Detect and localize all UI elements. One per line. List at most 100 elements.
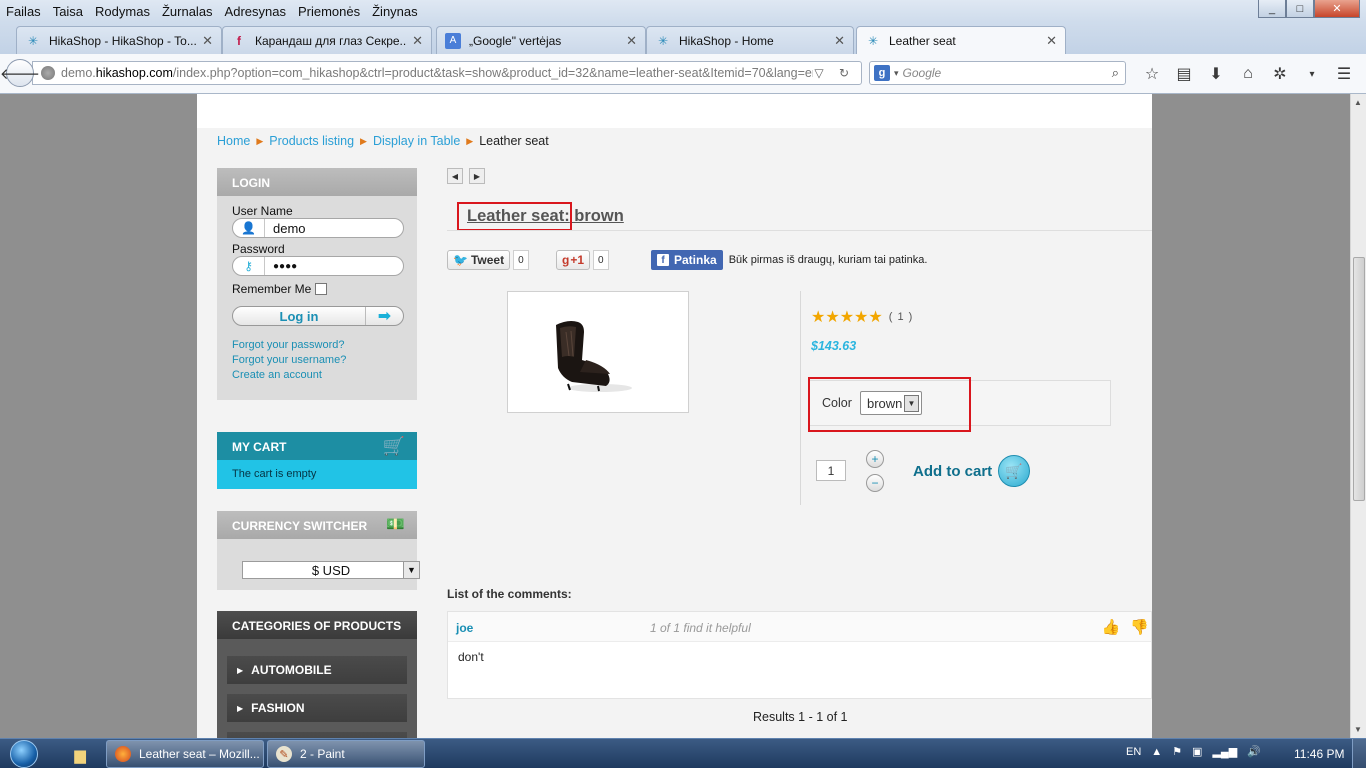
toolbar-icons: ☆ ▤ ⬇ ⌂ ✲ ▾ ☰ bbox=[1136, 63, 1360, 85]
windows-logo-icon bbox=[10, 740, 38, 768]
highlight-box-title bbox=[457, 202, 572, 231]
currency-select[interactable]: $ USD ▼ bbox=[242, 561, 420, 579]
add-cart-icon[interactable]: 🛒 bbox=[998, 455, 1030, 487]
menu-bookmarks[interactable]: Adresynas bbox=[219, 4, 292, 19]
fl-icon: f bbox=[237, 33, 241, 48]
product-pagination: ◀ ▶ bbox=[447, 168, 491, 184]
product-title-variant: brown bbox=[569, 207, 624, 225]
gplus-button[interactable]: g +1 bbox=[556, 250, 591, 270]
product-image[interactable] bbox=[507, 291, 689, 413]
remember-me-checkbox[interactable] bbox=[315, 283, 328, 295]
password-field[interactable]: ⚷ ●●●● bbox=[232, 256, 404, 276]
close-icon[interactable]: ✕ bbox=[626, 33, 637, 49]
clock[interactable]: 11:46 PM bbox=[1294, 747, 1344, 761]
menu-help[interactable]: Žinynas bbox=[366, 4, 424, 19]
scroll-up-icon[interactable]: ▲ bbox=[1354, 98, 1362, 107]
scroll-thumb[interactable] bbox=[1353, 257, 1365, 501]
search-icon[interactable]: ⌕ bbox=[1112, 65, 1119, 81]
star-icon: ★ bbox=[868, 309, 883, 326]
start-button[interactable] bbox=[4, 739, 44, 768]
tab-karandash[interactable]: f Карандаш для глаз Секре... ✕ bbox=[222, 26, 432, 54]
next-product-button[interactable]: ▶ bbox=[469, 168, 485, 184]
menu-history[interactable]: Žurnalas bbox=[156, 4, 219, 19]
network-icon[interactable]: ▂▄▆ bbox=[1212, 745, 1237, 758]
facebook-like-text: Būk pirmas iš draugų, kuriam tai patinka… bbox=[728, 254, 928, 266]
category-automobile[interactable]: ▶ AUTOMOBILE bbox=[227, 656, 407, 684]
tweet-button[interactable]: 🐦 Tweet bbox=[447, 250, 511, 270]
login-button[interactable]: Log in ➡ bbox=[232, 306, 404, 326]
tab-bar: ✳ HikaShop - HikaShop - To... ✕ f Каранд… bbox=[0, 22, 1366, 70]
url-bar[interactable]: demo. hikashop.com/index.php?option=com_h… bbox=[32, 61, 862, 85]
user-icon: 👤 bbox=[233, 219, 265, 237]
globe-icon bbox=[41, 66, 55, 80]
maximize-button[interactable]: □ bbox=[1286, 0, 1314, 18]
create-account-link[interactable]: Create an account bbox=[232, 368, 402, 383]
back-button[interactable]: 🡐 bbox=[0, 59, 40, 87]
show-desktop-button[interactable] bbox=[1352, 739, 1366, 768]
reload-icon[interactable]: ▽ ↻ bbox=[814, 66, 855, 80]
scroll-down-icon[interactable]: ▼ bbox=[1354, 725, 1362, 734]
close-icon[interactable]: ✕ bbox=[412, 33, 423, 49]
menu-tools[interactable]: Priemonės bbox=[292, 4, 366, 19]
explorer-icon[interactable]: ▆ bbox=[62, 742, 98, 767]
device-icon[interactable]: ▣ bbox=[1192, 745, 1202, 758]
system-tray: EN ▲ ⚑ ▣ ▂▄▆ 🔊 bbox=[1126, 745, 1271, 759]
tab-google-translate[interactable]: A „Google" vertėjas ✕ bbox=[436, 26, 646, 54]
quantity-increase-button[interactable]: + bbox=[866, 450, 884, 468]
search-bar[interactable]: g ▾ Google ⌕ bbox=[869, 61, 1126, 85]
quantity-input[interactable]: 1 bbox=[816, 460, 846, 481]
tab-hikashop-tour[interactable]: ✳ HikaShop - HikaShop - To... ✕ bbox=[16, 26, 222, 54]
menu-view[interactable]: Rodymas bbox=[89, 4, 156, 19]
bookmarks-list-icon[interactable]: ▤ bbox=[1168, 63, 1200, 85]
close-icon[interactable]: ✕ bbox=[202, 33, 213, 49]
rating-count: ( 1 ) bbox=[888, 311, 914, 323]
password-label: Password bbox=[232, 242, 285, 256]
previous-product-button[interactable]: ◀ bbox=[447, 168, 463, 184]
addon-icon[interactable]: ✲ bbox=[1264, 63, 1296, 85]
facebook-like-button[interactable]: f Patinka bbox=[651, 250, 723, 270]
forgot-username-link[interactable]: Forgot your username? bbox=[232, 353, 402, 368]
breadcrumb-display-table[interactable]: Display in Table bbox=[373, 134, 460, 148]
forgot-password-link[interactable]: Forgot your password? bbox=[232, 338, 402, 353]
close-window-button[interactable]: ✕ bbox=[1314, 0, 1360, 18]
cart-title: MY CART bbox=[232, 440, 287, 454]
bookmark-star-icon[interactable]: ☆ bbox=[1136, 63, 1168, 85]
star-icon: ★ bbox=[825, 309, 840, 326]
comment-user[interactable]: joe bbox=[456, 621, 473, 635]
thumbs-up-icon[interactable]: 👍 bbox=[1102, 618, 1121, 636]
tab-leather-seat[interactable]: ✳ Leather seat ✕ bbox=[856, 26, 1066, 54]
menu-edit[interactable]: Taisa bbox=[47, 4, 89, 19]
action-center-icon[interactable]: ⚑ bbox=[1172, 745, 1182, 758]
close-icon[interactable]: ✕ bbox=[1046, 33, 1057, 49]
breadcrumb-home[interactable]: Home bbox=[217, 134, 250, 148]
star-icon: ★ bbox=[839, 309, 855, 326]
currency-title: CURRENCY SWITCHER bbox=[232, 519, 368, 533]
chevron-down-icon[interactable]: ▾ bbox=[1296, 63, 1328, 85]
taskbar-firefox[interactable]: Leather seat – Mozill... bbox=[106, 740, 264, 768]
paint-icon: ✎ bbox=[276, 746, 292, 762]
product-rating[interactable]: ★ ★ ★ ★ ★ ( 1 ) bbox=[811, 307, 913, 327]
category-fashion[interactable]: ▶ FASHION bbox=[227, 694, 407, 722]
menu-file[interactable]: Failas bbox=[0, 4, 47, 19]
thumbs-down-icon[interactable]: 👎 bbox=[1130, 618, 1149, 636]
add-to-cart-button[interactable]: Add to cart bbox=[913, 463, 992, 480]
cart-empty-text: The cart is empty bbox=[217, 460, 417, 489]
taskbar-paint[interactable]: ✎ 2 - Paint bbox=[267, 740, 425, 768]
minimize-button[interactable]: _ bbox=[1258, 0, 1286, 18]
show-hidden-icons[interactable]: ▲ bbox=[1151, 746, 1162, 758]
page-scrollbar[interactable]: ▲ ▼ bbox=[1350, 94, 1366, 738]
volume-icon[interactable]: 🔊 bbox=[1247, 745, 1261, 758]
url-path: /index.php?option=com_hikashop&ctrl=prod… bbox=[172, 66, 813, 80]
home-icon[interactable]: ⌂ bbox=[1232, 63, 1264, 85]
download-icon[interactable]: ⬇ bbox=[1200, 63, 1232, 85]
tab-hikashop-home[interactable]: ✳ HikaShop - Home ✕ bbox=[646, 26, 854, 54]
breadcrumb-products-listing[interactable]: Products listing bbox=[269, 134, 354, 148]
key-icon: ⚷ bbox=[233, 257, 265, 275]
star-icon: ★ bbox=[854, 309, 869, 326]
close-icon[interactable]: ✕ bbox=[834, 33, 845, 49]
firefox-icon bbox=[115, 746, 131, 762]
quantity-decrease-button[interactable]: − bbox=[866, 474, 884, 492]
language-indicator[interactable]: EN bbox=[1126, 746, 1141, 758]
username-field[interactable]: 👤 demo bbox=[232, 218, 404, 238]
menu-icon[interactable]: ☰ bbox=[1328, 63, 1360, 85]
